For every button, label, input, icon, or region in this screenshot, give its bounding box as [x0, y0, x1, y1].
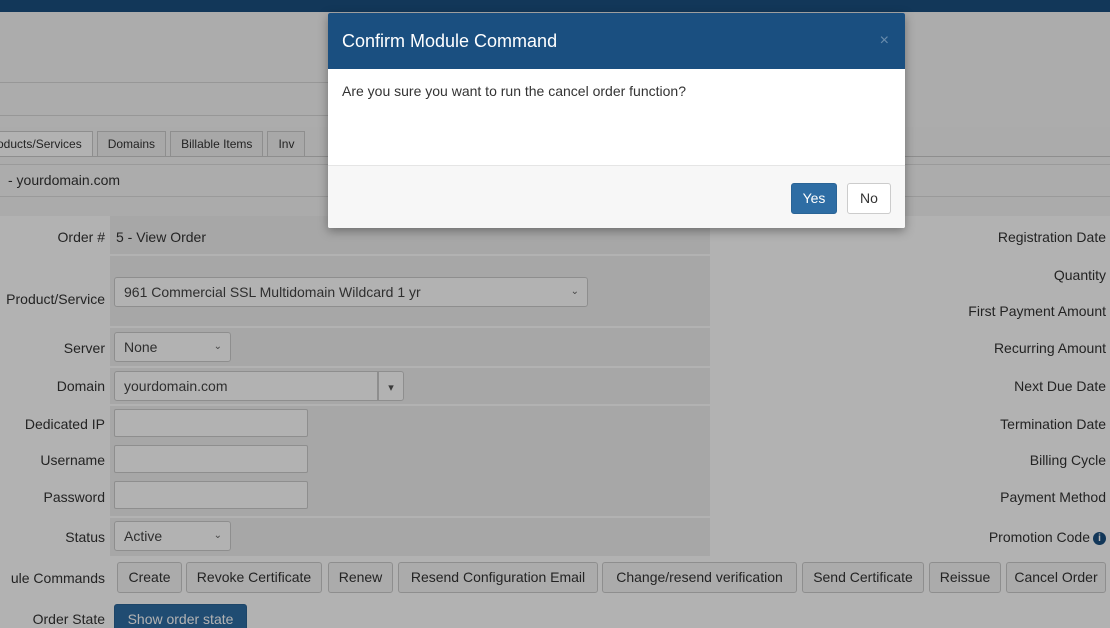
dialog-footer: Yes No	[328, 165, 905, 228]
confirm-module-command-dialog: Confirm Module Command × Are you sure yo…	[328, 13, 905, 228]
yes-button[interactable]: Yes	[791, 183, 837, 214]
dialog-header: Confirm Module Command ×	[328, 13, 905, 69]
dialog-title: Confirm Module Command	[342, 31, 558, 51]
dialog-message: Are you sure you want to run the cancel …	[342, 83, 686, 99]
no-button[interactable]: No	[847, 183, 891, 214]
close-icon[interactable]: ×	[880, 13, 889, 69]
dialog-body: Are you sure you want to run the cancel …	[328, 69, 905, 165]
